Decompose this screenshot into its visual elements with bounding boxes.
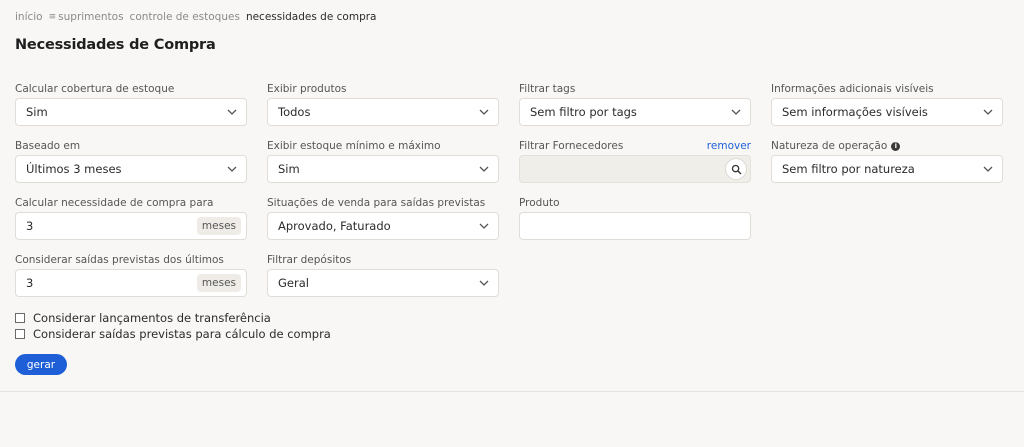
show-products-value: Todos xyxy=(278,105,311,119)
show-products-label: Exibir produtos xyxy=(267,83,347,95)
product-label: Produto xyxy=(519,197,560,209)
sales-situations-label: Situações de venda para saídas previstas xyxy=(267,197,486,209)
calc-need-for-field: Calcular necessidade de compra para 3 me… xyxy=(15,196,247,240)
filter-warehouses-value: Geral xyxy=(278,276,309,290)
filter-suppliers-field: Filtrar Fornecedores remover xyxy=(519,139,751,183)
page-title: Necessidades de Compra xyxy=(15,37,216,53)
menu-icon: ≡ xyxy=(48,12,57,22)
product-field: Produto xyxy=(519,196,751,240)
based-on-field: Baseado em Últimos 3 meses xyxy=(15,139,247,183)
show-min-max-select[interactable]: Sim xyxy=(267,155,499,183)
filter-suppliers-label: Filtrar Fornecedores xyxy=(519,140,624,152)
chevron-down-icon xyxy=(227,109,237,115)
extra-info-field: Informações adicionais visíveis Sem info… xyxy=(771,82,1003,126)
consider-last-value: 3 xyxy=(26,276,34,290)
months-suffix: meses xyxy=(196,274,241,292)
chevron-down-icon xyxy=(479,280,489,286)
calc-need-for-input[interactable]: 3 meses xyxy=(15,212,247,240)
operation-nature-value: Sem filtro por natureza xyxy=(782,162,915,176)
calc-coverage-label: Calcular cobertura de estoque xyxy=(15,83,175,95)
extra-info-label: Informações adicionais visíveis xyxy=(771,83,934,95)
calc-coverage-field: Calcular cobertura de estoque Sim xyxy=(15,82,247,126)
filter-warehouses-select[interactable]: Geral xyxy=(267,269,499,297)
calc-coverage-select[interactable]: Sim xyxy=(15,98,247,126)
consider-last-label: Considerar saídas previstas dos últimos xyxy=(15,254,224,266)
chevron-down-icon xyxy=(731,109,741,115)
operation-nature-select[interactable]: Sem filtro por natureza xyxy=(771,155,1003,183)
calc-coverage-value: Sim xyxy=(26,105,48,119)
consider-forecast-label: Considerar saídas previstas para cálculo… xyxy=(33,327,331,341)
chevron-down-icon xyxy=(479,109,489,115)
breadcrumb-stock-control[interactable]: controle de estoques xyxy=(130,11,240,23)
divider xyxy=(0,391,1024,392)
extra-info-value: Sem informações visíveis xyxy=(782,105,928,119)
show-min-max-field: Exibir estoque mínimo e máximo Sim xyxy=(267,139,499,183)
based-on-value: Últimos 3 meses xyxy=(26,162,122,176)
operation-nature-field: Natureza de operação i Sem filtro por na… xyxy=(771,139,1003,183)
operation-nature-label: Natureza de operação xyxy=(771,140,888,152)
sales-situations-field: Situações de venda para saídas previstas… xyxy=(267,196,499,240)
filter-tags-label: Filtrar tags xyxy=(519,83,576,95)
consider-transfers-option[interactable]: Considerar lançamentos de transferência xyxy=(15,310,331,326)
chevron-down-icon xyxy=(479,166,489,172)
filter-tags-field: Filtrar tags Sem filtro por tags xyxy=(519,82,751,126)
calc-need-for-label: Calcular necessidade de compra para xyxy=(15,197,214,209)
consider-transfers-label: Considerar lançamentos de transferência xyxy=(33,311,271,325)
chevron-down-icon xyxy=(227,166,237,172)
search-icon xyxy=(731,164,741,174)
product-input[interactable] xyxy=(519,212,751,240)
consider-transfers-checkbox[interactable] xyxy=(15,313,25,323)
remove-suppliers-link[interactable]: remover xyxy=(707,139,751,153)
consider-forecast-checkbox[interactable] xyxy=(15,329,25,339)
filter-tags-select[interactable]: Sem filtro por tags xyxy=(519,98,751,126)
based-on-label: Baseado em xyxy=(15,140,81,152)
breadcrumb-current: necessidades de compra xyxy=(245,11,377,23)
show-products-select[interactable]: Todos xyxy=(267,98,499,126)
generate-button[interactable]: gerar xyxy=(15,354,67,375)
breadcrumb-supplies[interactable]: suprimentos xyxy=(58,11,123,23)
sales-situations-value: Aprovado, Faturado xyxy=(278,219,391,233)
calc-need-for-value: 3 xyxy=(26,219,34,233)
info-icon[interactable]: i xyxy=(891,141,901,151)
show-min-max-value: Sim xyxy=(278,162,300,176)
show-min-max-label: Exibir estoque mínimo e máximo xyxy=(267,140,441,152)
options-checkboxes: Considerar lançamentos de transferência … xyxy=(15,310,331,342)
months-suffix: meses xyxy=(196,217,241,235)
filter-warehouses-field: Filtrar depósitos Geral xyxy=(267,253,499,297)
chevron-down-icon xyxy=(983,109,993,115)
consider-last-field: Considerar saídas previstas dos últimos … xyxy=(15,253,247,297)
search-button[interactable] xyxy=(725,158,747,180)
filter-suppliers-input[interactable] xyxy=(519,155,751,183)
consider-forecast-option[interactable]: Considerar saídas previstas para cálculo… xyxy=(15,326,331,342)
show-products-field: Exibir produtos Todos xyxy=(267,82,499,126)
sales-situations-select[interactable]: Aprovado, Faturado xyxy=(267,212,499,240)
filter-tags-value: Sem filtro por tags xyxy=(530,105,637,119)
breadcrumb: início ≡ suprimentos controle de estoque… xyxy=(15,11,376,23)
based-on-select[interactable]: Últimos 3 meses xyxy=(15,155,247,183)
chevron-down-icon xyxy=(983,166,993,172)
chevron-down-icon xyxy=(479,223,489,229)
filter-warehouses-label: Filtrar depósitos xyxy=(267,254,352,266)
extra-info-select[interactable]: Sem informações visíveis xyxy=(771,98,1003,126)
breadcrumb-home[interactable]: início xyxy=(15,11,43,23)
consider-last-input[interactable]: 3 meses xyxy=(15,269,247,297)
